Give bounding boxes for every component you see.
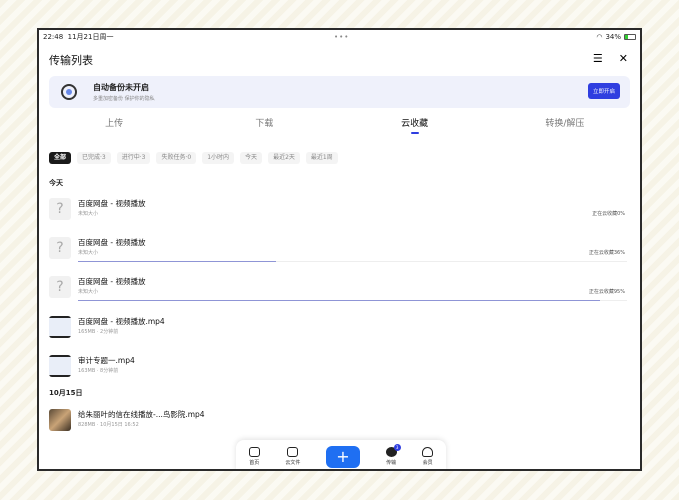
battery-text: 34%	[605, 33, 621, 41]
nav-transfer[interactable]: 3 传输	[385, 444, 401, 466]
section-oct15: 10月15日	[49, 389, 83, 397]
battery-icon	[624, 34, 636, 40]
chip-failed[interactable]: 失败任务·0	[156, 152, 197, 164]
chip-2days[interactable]: 最近2天	[268, 152, 300, 164]
item-meta: 163MB · 8分钟前	[78, 368, 119, 374]
home-icon	[248, 447, 260, 457]
item-name: 百度网盘 - 视频播放.mp4	[78, 317, 165, 326]
item-name: 审计专题一.mp4	[78, 356, 135, 365]
video-thumbnail	[49, 355, 71, 377]
unknown-file-icon: ?	[49, 237, 71, 259]
nav-transfer-label: 传输	[386, 460, 397, 466]
add-button[interactable]: +	[326, 445, 360, 468]
video-thumbnail	[49, 409, 71, 431]
nav-files[interactable]: 云文件	[285, 447, 300, 466]
item-status: 正在云收藏0%	[592, 211, 625, 217]
tab-cloud-collect[interactable]: 云收藏	[340, 116, 490, 136]
close-icon[interactable]: ✕	[619, 52, 628, 65]
chip-running[interactable]: 进行中·3	[116, 152, 151, 164]
item-name: 百度网盘 - 视频播放	[78, 199, 146, 208]
bottom-nav: 首页 云文件 + 3 传输 会员	[236, 440, 446, 469]
nav-home[interactable]: 首页	[248, 447, 260, 466]
tab-convert[interactable]: 转换/解压	[490, 116, 640, 136]
item-meta: 未知大小	[78, 211, 99, 217]
tab-upload[interactable]: 上传	[39, 116, 189, 136]
multitask-dots[interactable]: •••	[334, 33, 349, 41]
cloud-vip-icon	[422, 447, 434, 457]
chip-1h[interactable]: 1小时内	[202, 152, 235, 164]
unknown-file-icon: ?	[49, 276, 71, 298]
chip-done[interactable]: 已完成·3	[77, 152, 111, 164]
item-name: 百度网盘 - 视频播放	[78, 238, 146, 247]
nav-vip-label: 会员	[422, 460, 433, 466]
status-bar: 22:48 11月21日周一 ••• ◠ 34%	[39, 30, 640, 44]
folder-icon	[287, 447, 299, 457]
item-meta: 165MB · 2分钟前	[78, 329, 119, 335]
item-meta: 未知大小	[78, 250, 99, 256]
banner-title: 自动备份未开启	[93, 83, 149, 92]
app-window: 22:48 11月21日周一 ••• ◠ 34% 传输列表 ☰ ✕ 自动备份未开启 …	[37, 28, 642, 471]
tab-download[interactable]: 下载	[189, 116, 339, 136]
item-meta: 未知大小	[78, 289, 99, 295]
item-name: 给朱丽叶的信在线播放-...鸟影院.mp4	[78, 410, 205, 419]
list-item[interactable]: 百度网盘 - 视频播放.mp4 165MB · 2分钟前	[49, 314, 627, 348]
list-item[interactable]: ? 百度网盘 - 视频播放 未知大小 正在云收藏0%	[49, 196, 627, 230]
banner-subtitle: 多重加密备份 保护你的隐私	[93, 96, 155, 102]
chip-today[interactable]: 今天	[240, 152, 263, 164]
progress-bar	[78, 261, 627, 262]
progress-bar	[78, 300, 627, 301]
enable-backup-button[interactable]: 立即开启	[588, 83, 620, 99]
list-icon[interactable]: ☰	[593, 52, 603, 65]
chip-1week[interactable]: 最近1周	[305, 152, 338, 164]
list-item[interactable]: ? 百度网盘 - 视频播放 未知大小 正在云收藏95%	[49, 274, 627, 308]
list-item[interactable]: ? 百度网盘 - 视频播放 未知大小 正在云收藏36%	[49, 235, 627, 269]
clock: 22:48	[43, 33, 64, 41]
item-name: 百度网盘 - 视频播放	[78, 277, 146, 286]
backup-icon	[61, 84, 77, 100]
item-status: 正在云收藏36%	[588, 250, 625, 256]
list-item[interactable]: 审计专题一.mp4 163MB · 8分钟前	[49, 353, 627, 387]
date: 11月21日周一	[67, 33, 114, 41]
nav-home-label: 首页	[249, 460, 260, 466]
nav-files-label: 云文件	[285, 460, 301, 466]
unknown-file-icon: ?	[49, 198, 71, 220]
item-status: 正在云收藏95%	[588, 289, 625, 295]
section-today: 今天	[49, 179, 63, 187]
transfer-badge: 3	[393, 444, 401, 451]
auto-backup-banner: 自动备份未开启 多重加密备份 保护你的隐私 立即开启	[49, 76, 630, 108]
wifi-icon: ◠	[596, 33, 603, 41]
list-item[interactable]: 给朱丽叶的信在线播放-...鸟影院.mp4 828MB · 10月15日 16:…	[49, 407, 627, 441]
nav-vip[interactable]: 会员	[422, 447, 434, 466]
video-thumbnail	[49, 316, 71, 338]
page-title: 传输列表	[49, 54, 93, 67]
chip-all[interactable]: 全部	[49, 152, 72, 164]
item-meta: 828MB · 10月15日 16:52	[78, 422, 139, 428]
